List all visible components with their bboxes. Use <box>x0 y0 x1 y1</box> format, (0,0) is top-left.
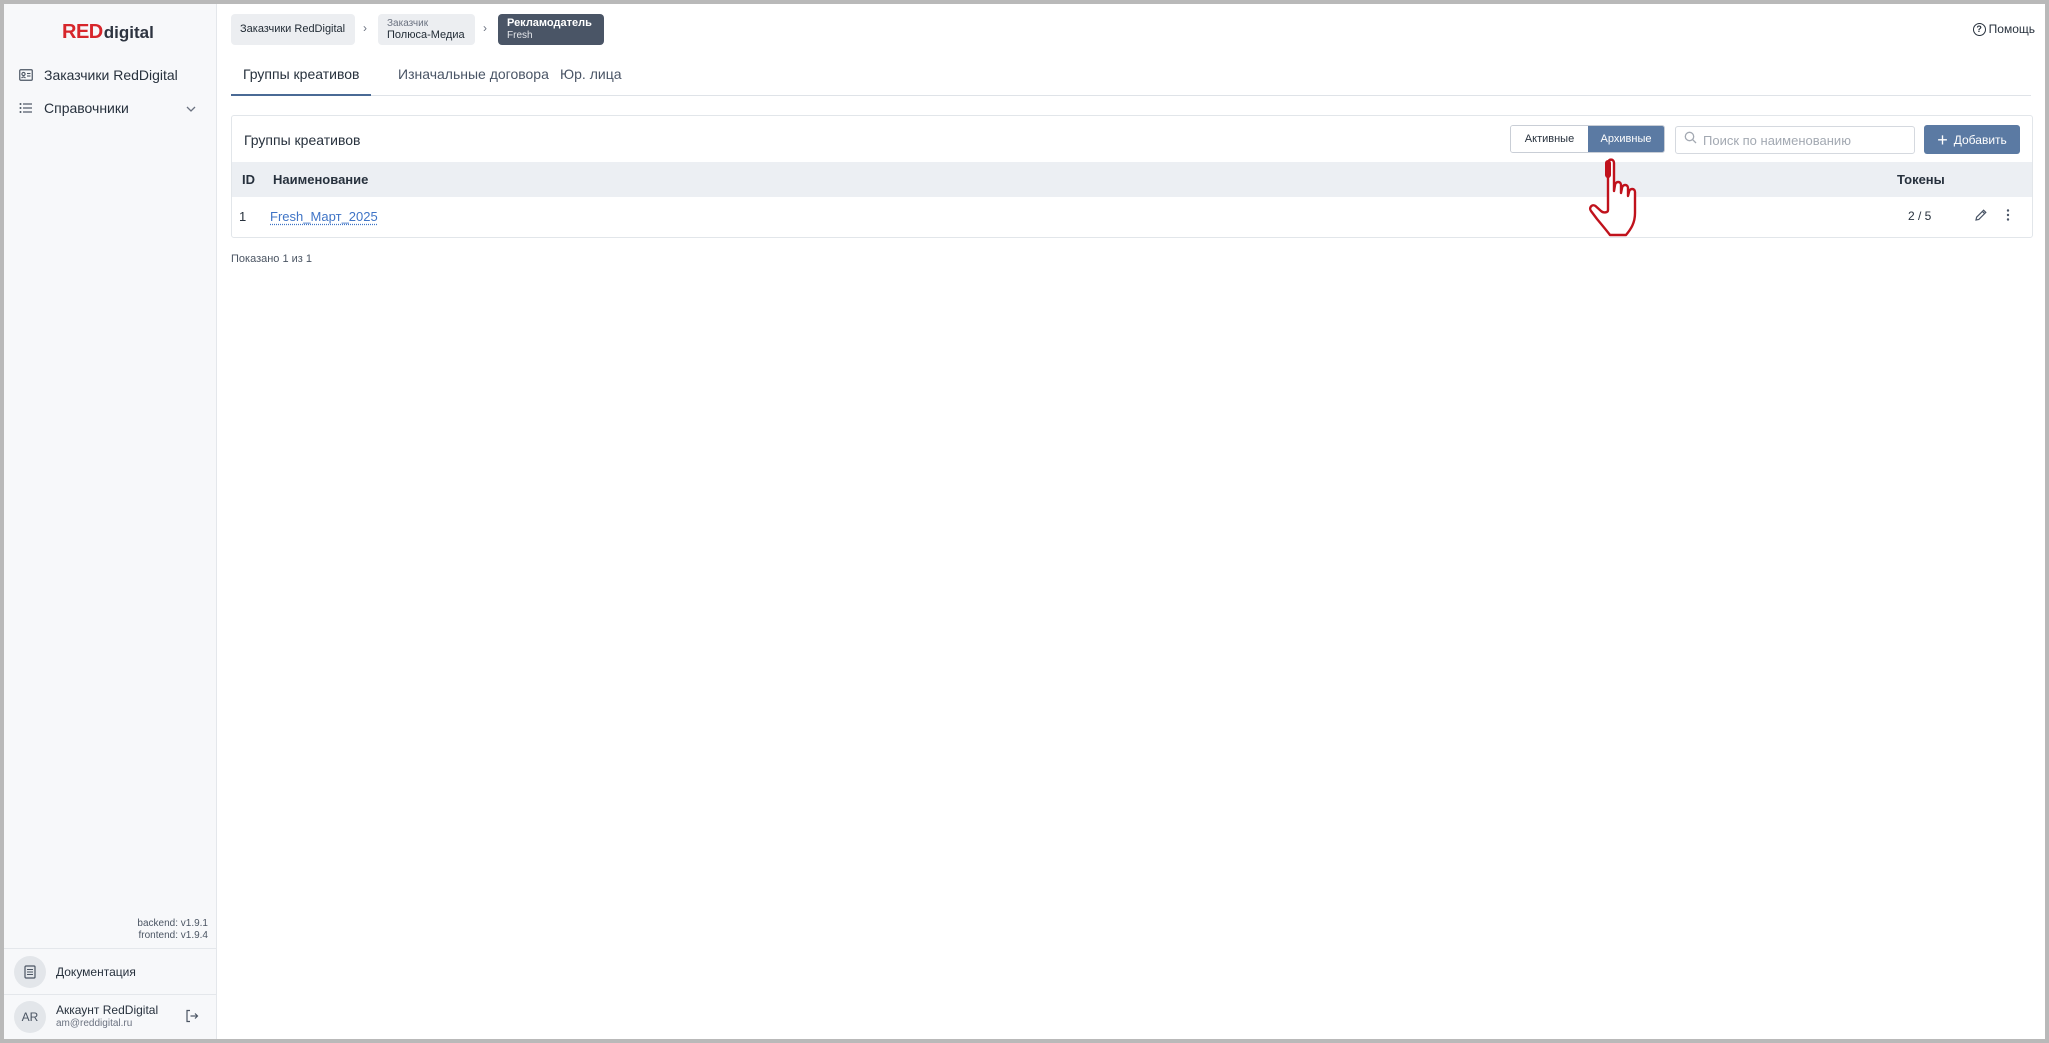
card-title: Группы креативов <box>244 132 361 148</box>
sidebar-item-label: Справочники <box>44 100 129 116</box>
question-icon: ? <box>1972 22 1986 36</box>
version-info: backend: v1.9.1 frontend: v1.9.4 <box>137 918 208 942</box>
help-label: Помощь <box>1988 22 2035 36</box>
chevron-right-icon: › <box>363 21 367 35</box>
table-row: 1 Fresh_Март_2025 2 / 5 <box>232 197 2032 237</box>
breadcrumb-label: Заказчики RedDigital <box>240 23 346 35</box>
breadcrumb-advertiser[interactable]: Рекламодатель Fresh <box>498 14 604 45</box>
add-button[interactable]: + Добавить <box>1924 125 2020 154</box>
row-id: 1 <box>239 209 247 224</box>
search-input[interactable] <box>1703 132 1903 148</box>
breadcrumb-label: Fresh <box>507 29 533 41</box>
table-header: ID Наименование Токены <box>232 162 2032 197</box>
column-name[interactable]: Наименование <box>273 172 368 187</box>
tab-bar: Группы креативов Изначальные договора Юр… <box>231 58 2031 96</box>
help-link[interactable]: ? Помощь <box>1972 22 2035 36</box>
breadcrumb-customer[interactable]: Заказчик Полюса-Медиа <box>378 14 475 45</box>
hand-pointer-icon <box>1588 157 1644 242</box>
avatar[interactable]: AR <box>14 1001 46 1033</box>
chevron-right-icon: › <box>483 21 487 35</box>
status-filter: Активные Архивные <box>1510 125 1665 153</box>
account-email: am@reddigital.ru <box>56 1018 133 1029</box>
search-field[interactable] <box>1675 126 1915 154</box>
more-vertical-icon[interactable] <box>2005 208 2011 227</box>
breadcrumb-label: Полюса-Медиа <box>387 28 465 41</box>
chevron-down-icon[interactable] <box>186 100 196 118</box>
sidebar: RED digital Заказчики RedDigital Справоч… <box>4 4 217 1039</box>
document-icon <box>14 955 46 988</box>
breadcrumb-caption: Рекламодатель <box>507 16 592 29</box>
id-card-icon <box>18 67 34 83</box>
sidebar-item-customers[interactable]: Заказчики RedDigital <box>18 63 208 87</box>
filter-active-button[interactable]: Активные <box>1511 126 1588 152</box>
sidebar-item-references[interactable]: Справочники <box>18 96 208 120</box>
add-label: Добавить <box>1953 132 2007 147</box>
search-icon <box>1684 131 1697 149</box>
brand-logo[interactable]: RED digital <box>62 21 154 44</box>
column-id[interactable]: ID <box>242 172 255 187</box>
row-tokens: 2 / 5 <box>1908 209 1932 223</box>
account-info: Аккаунт RedDigital am@reddigital.ru <box>56 1004 158 1030</box>
edit-pencil-icon[interactable] <box>1974 208 1988 227</box>
plus-icon: + <box>1937 129 1948 150</box>
account-name: Аккаунт RedDigital <box>56 1003 159 1017</box>
logout-icon[interactable] <box>185 1009 199 1028</box>
list-icon <box>18 100 34 116</box>
logo-red-text: RED <box>62 21 103 43</box>
filter-archived-button[interactable]: Архивные <box>1588 126 1664 152</box>
breadcrumb-customers[interactable]: Заказчики RedDigital <box>231 14 355 45</box>
tab-creative-groups[interactable]: Группы креативов <box>231 66 372 96</box>
column-tokens[interactable]: Токены <box>1897 172 1945 187</box>
documentation-link[interactable]: Документация <box>4 948 217 994</box>
tab-initial-contracts[interactable]: Изначальные договора <box>386 66 561 94</box>
frontend-version: frontend: v1.9.4 <box>138 930 209 941</box>
documentation-label: Документация <box>56 964 136 979</box>
logo-digital-text: digital <box>103 23 154 42</box>
breadcrumb-caption: Заказчик <box>387 17 429 29</box>
row-name-link[interactable]: Fresh_Март_2025 <box>270 209 378 224</box>
tab-legal-entities[interactable]: Юр. лица <box>548 66 634 94</box>
sidebar-item-label: Заказчики RedDigital <box>44 67 178 83</box>
pagination-summary: Показано 1 из 1 <box>231 253 313 265</box>
backend-version: backend: v1.9.1 <box>137 918 208 929</box>
creative-groups-card: Группы креативов Активные Архивные + Доб… <box>231 115 2033 238</box>
account-panel: AR Аккаунт RedDigital am@reddigital.ru <box>4 994 217 1039</box>
